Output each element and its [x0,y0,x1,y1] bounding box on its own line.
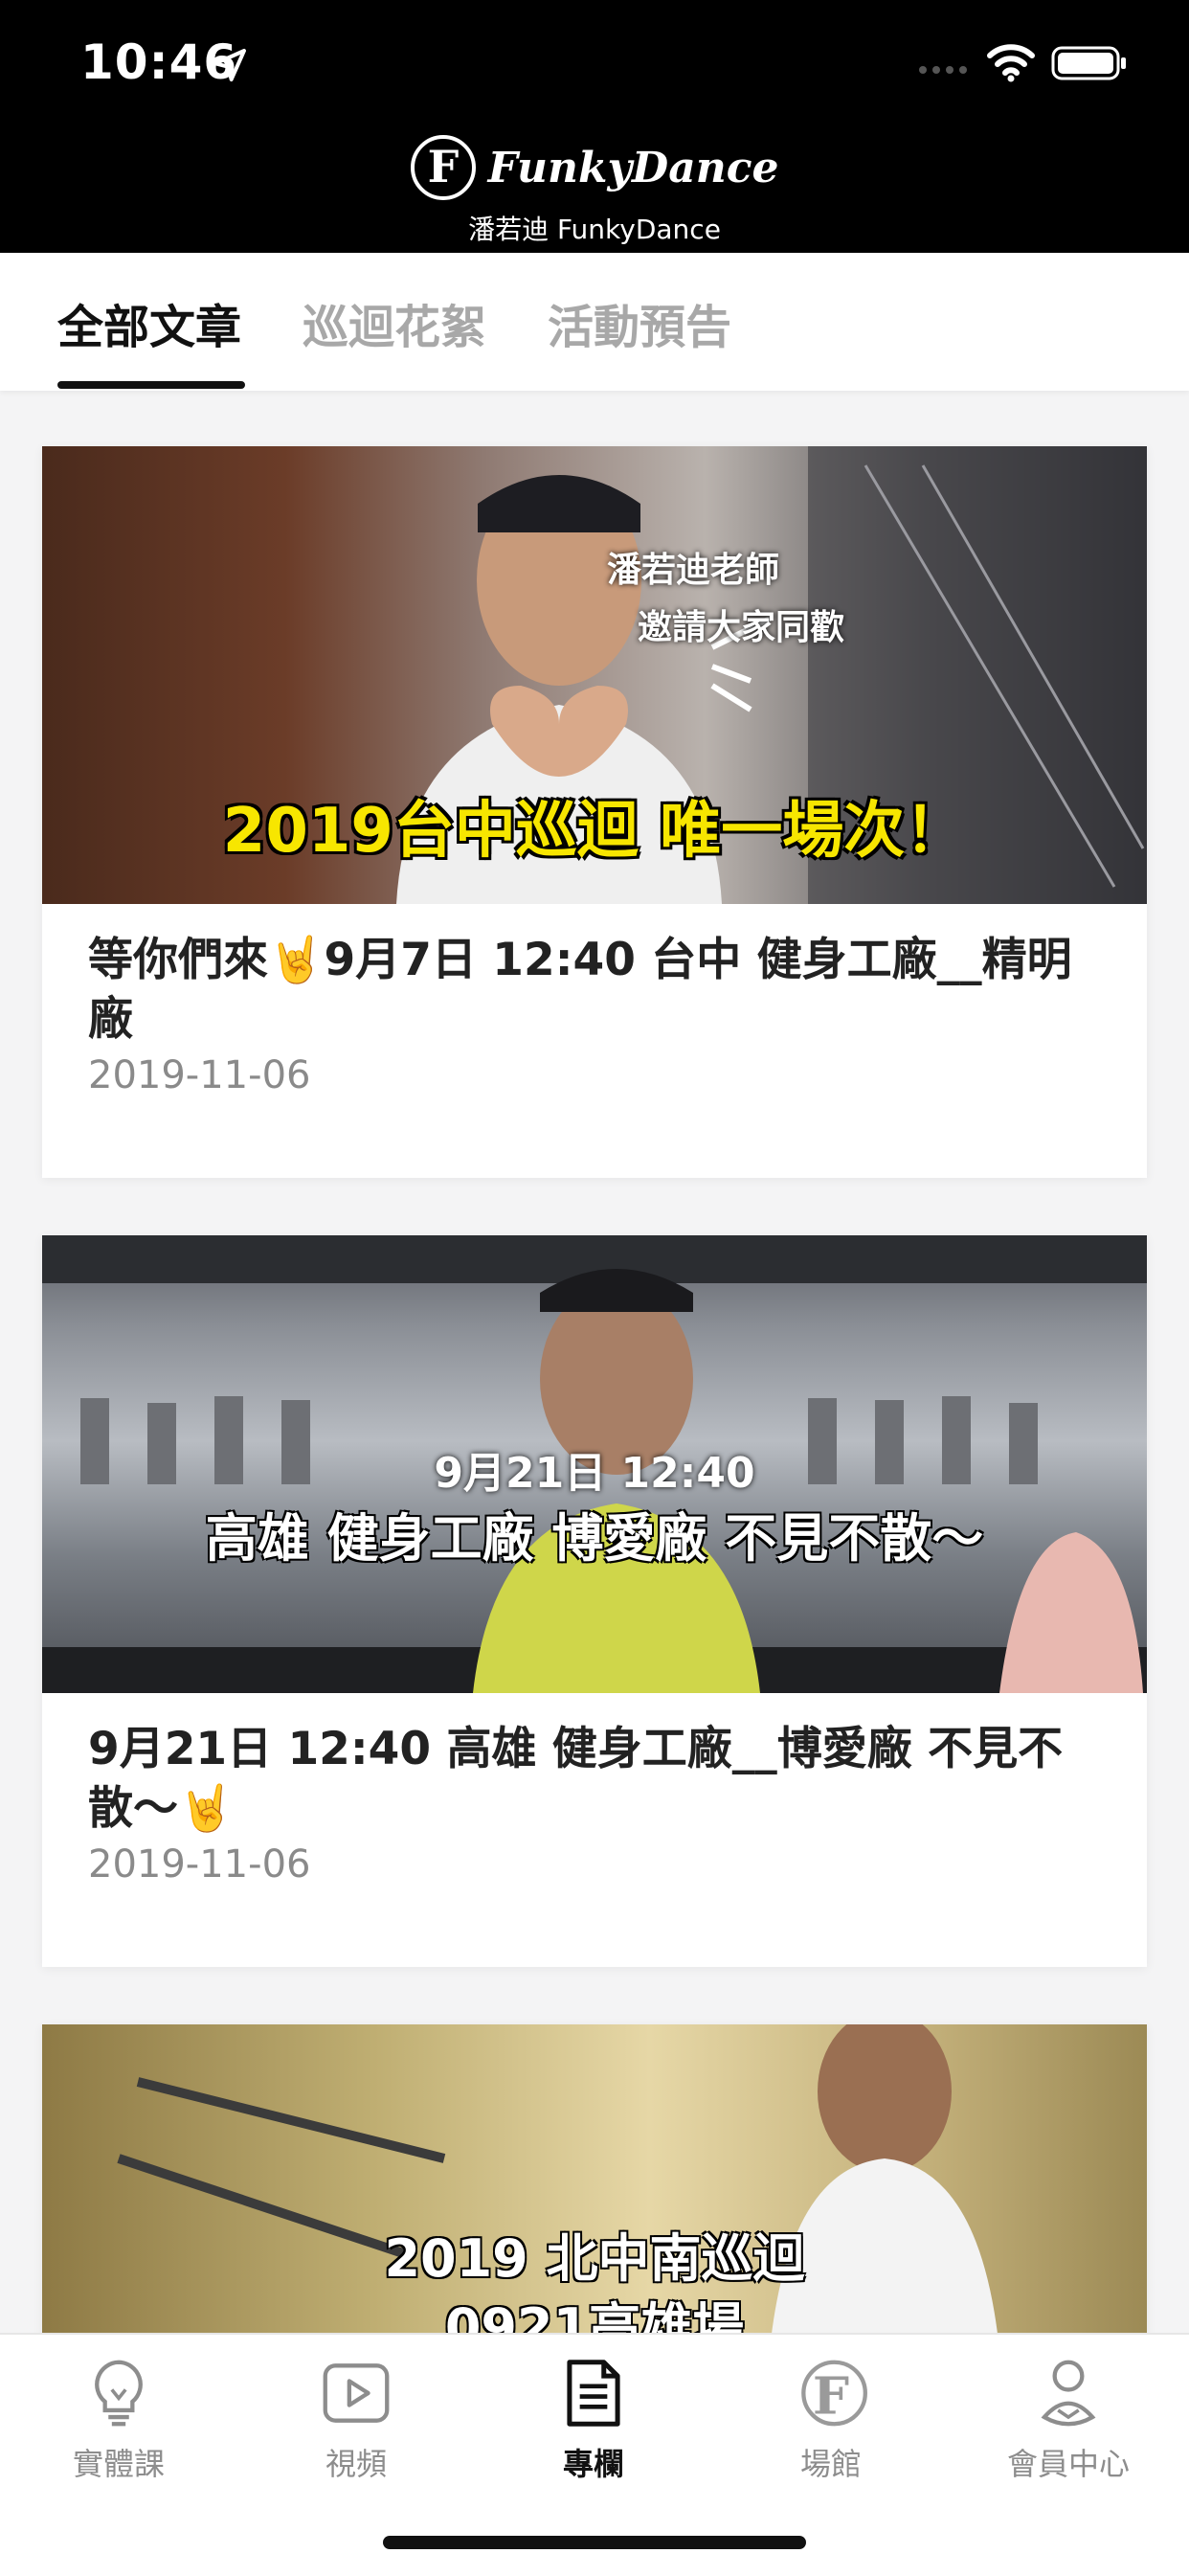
f-logo-icon: F [411,135,477,200]
header-subtitle: 潘若迪 FunkyDance [468,214,721,245]
category-tabs: 全部文章 巡迴花絮 活動預告 [0,253,1189,391]
article-date: 2019-11-06 [88,1053,311,1097]
thumbnail-callout-2: 邀請大家同歡 [637,608,844,647]
nav-label: 實體課 [72,2446,165,2482]
tab-tour-highlights[interactable]: 巡迴花絮 [303,289,486,356]
svg-text:F: F [428,141,460,192]
document-icon [567,2360,620,2427]
article-thumbnail[interactable]: 潘若迪老師 邀請大家同歡 2019台中巡迴 唯一場次！ [42,446,1147,904]
svg-text:F: F [813,2366,849,2427]
article-card[interactable]: 潘若迪老師 邀請大家同歡 2019台中巡迴 唯一場次！ 等你們來🤘9月7日 12… [42,446,1147,1178]
location-arrow-icon [213,49,246,81]
lightbulb-icon [95,2360,143,2427]
member-icon [1041,2360,1096,2427]
thumbnail-line-1: 2019 北中南巡迴 [384,2228,805,2289]
app-logo: F FunkyDance [0,134,1189,201]
thumbnail-callout-1: 潘若迪老師 [606,551,779,590]
nav-item-venues[interactable]: F 場館 [735,2352,927,2484]
article-thumbnail[interactable]: 9月21日 12:40 高雄 健身工廠 博愛廠 不見不散～ [42,1235,1147,1693]
nav-label: 場館 [799,2446,862,2482]
nav-item-columns[interactable]: 專欄 [498,2352,689,2484]
nav-label: 會員中心 [1006,2446,1130,2482]
thumbnail-line-2: 高雄 健身工廠 博愛廠 不見不散～ [205,1508,984,1569]
thumbnail-banner: 2019台中巡迴 唯一場次！ [222,796,967,867]
battery-icon [1051,46,1126,80]
article-date: 2019-11-06 [88,1842,311,1887]
f-logo-icon: F [801,2360,867,2427]
nav-item-member-center[interactable]: 會員中心 [973,2352,1164,2484]
play-icon [323,2363,390,2423]
home-indicator[interactable] [383,2536,806,2549]
thumbnail-line-1: 9月21日 12:40 [434,1449,755,1498]
wifi-icon [987,44,1035,82]
nav-item-videos[interactable]: 視頻 [260,2352,452,2484]
cellular-signal-icon [919,66,967,74]
nav-item-classes[interactable]: 實體課 [23,2352,214,2484]
article-thumbnail[interactable]: 2019 北中南巡迴 0921高雄場 [42,2024,1147,2350]
article-card[interactable]: 9月21日 12:40 高雄 健身工廠 博愛廠 不見不散～ 9月21日 12:4… [42,1235,1147,1967]
nav-label: 視頻 [325,2446,387,2482]
app-header: 10:46 F FunkyDance 潘若迪 FunkyDance [0,0,1189,253]
article-title[interactable]: 等你們來🤘9月7日 12:40 台中 健身工廠__精明廠 [88,931,1103,1050]
nav-label: 專欄 [562,2446,624,2482]
tab-active-indicator [57,381,245,389]
article-card[interactable]: 2019 北中南巡迴 0921高雄場 [42,2024,1147,2350]
logo-text: FunkyDance [487,143,779,192]
tab-all-articles[interactable]: 全部文章 [57,289,241,356]
article-title[interactable]: 9月21日 12:40 高雄 健身工廠__博愛廠 不見不散～🤘 [88,1720,1103,1839]
tab-event-preview[interactable]: 活動預告 [548,289,731,356]
